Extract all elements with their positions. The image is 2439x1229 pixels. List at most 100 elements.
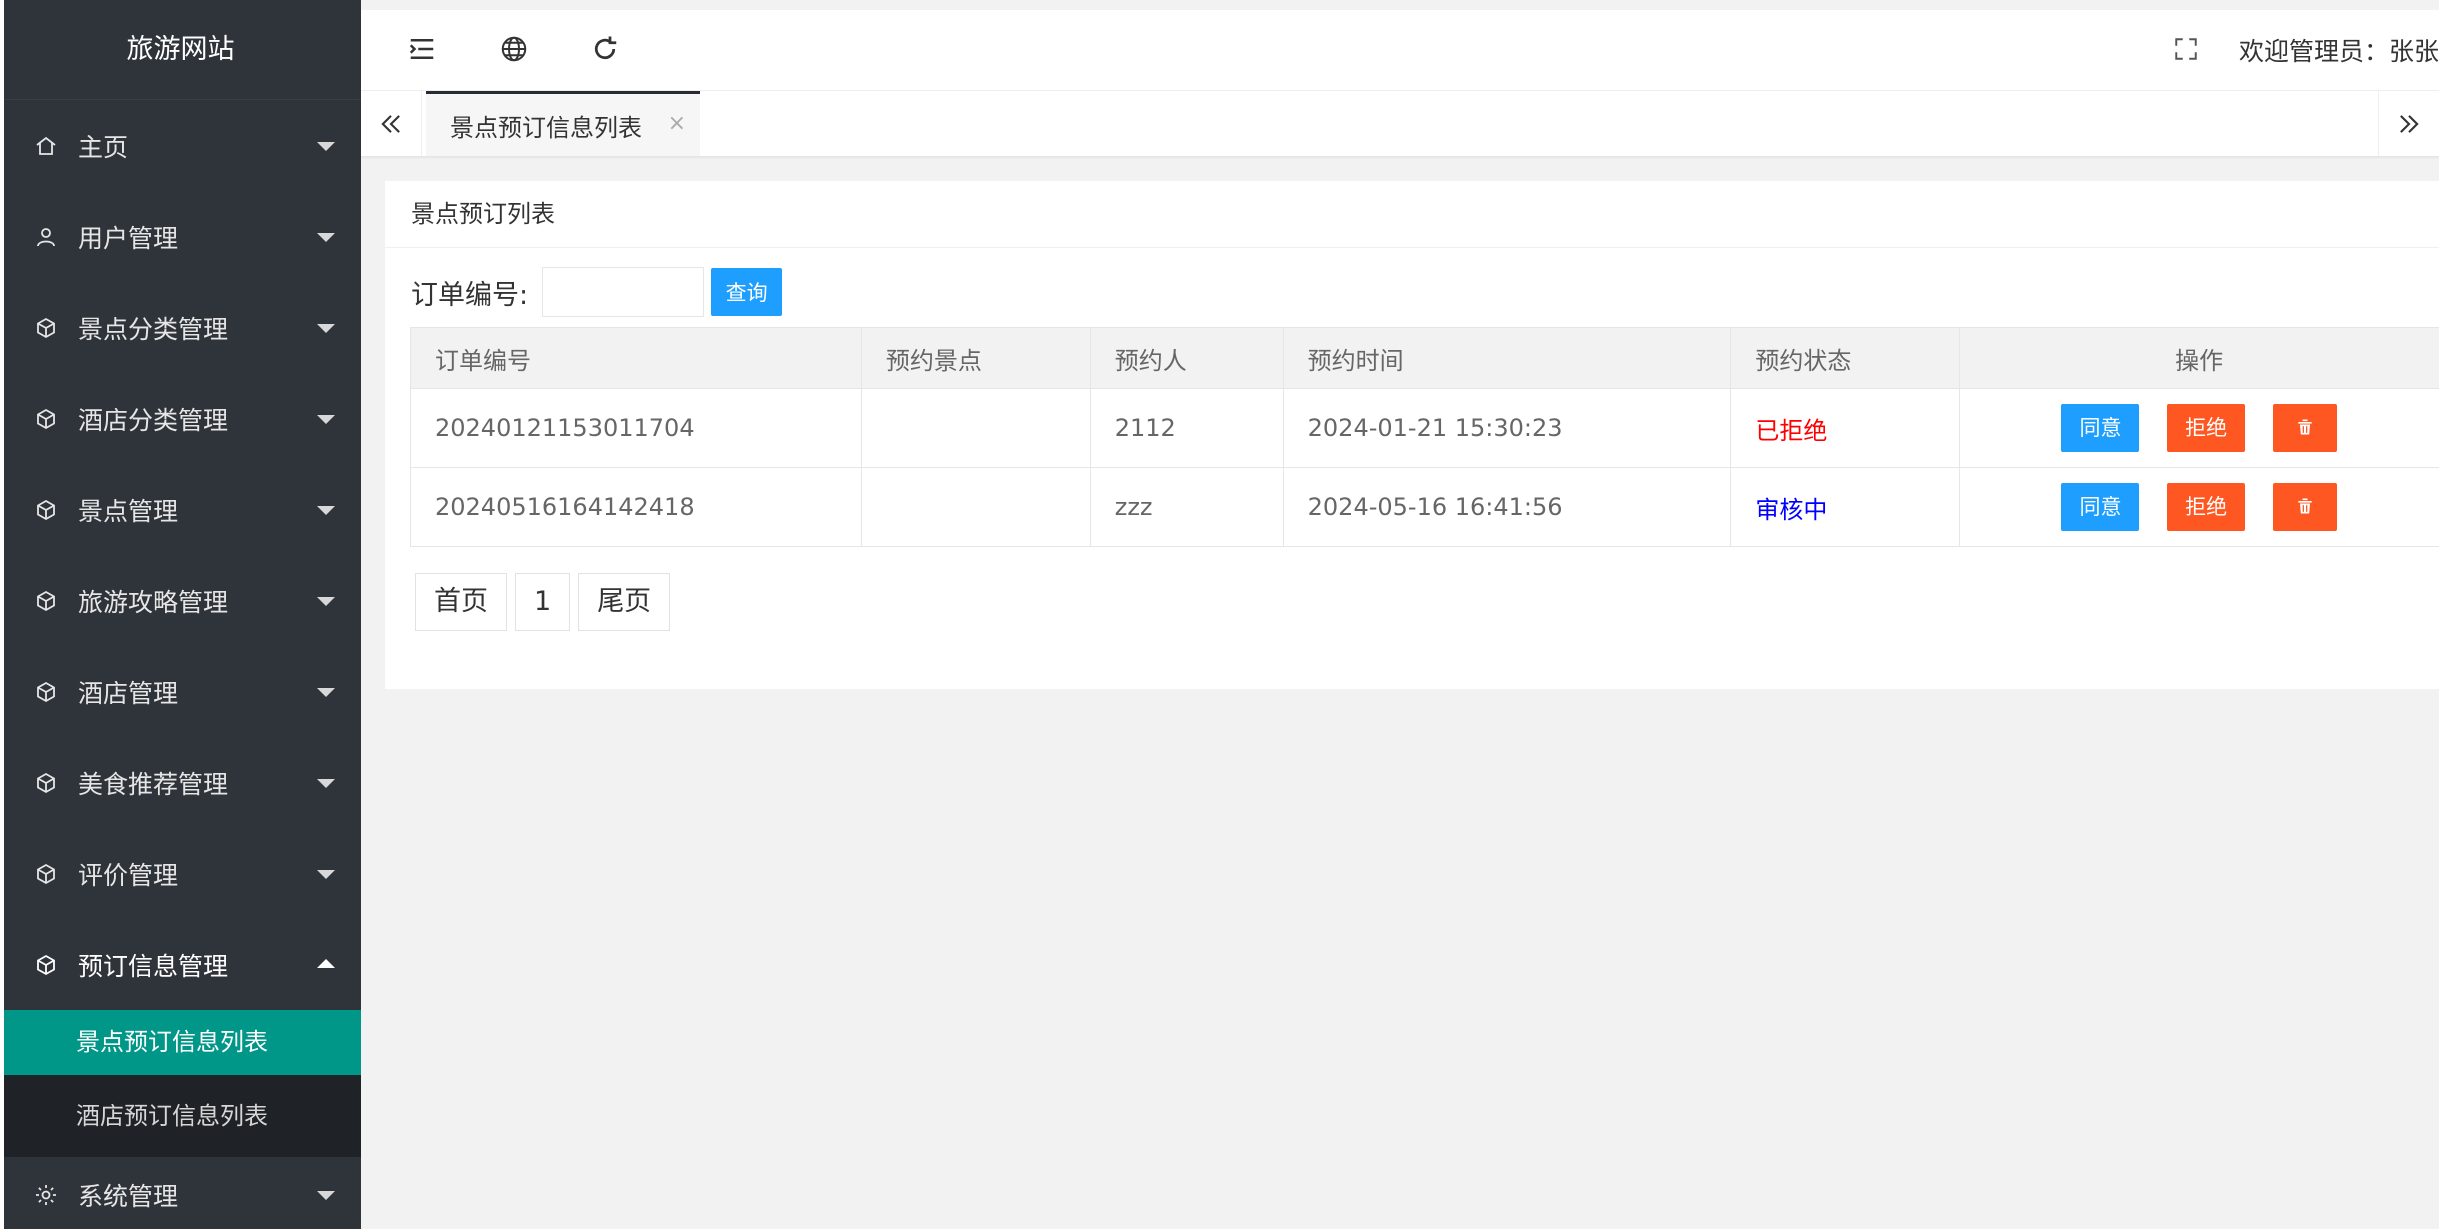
sidebar-edge [0,0,4,1229]
gear-icon [34,1183,58,1207]
refresh-icon[interactable] [588,32,622,66]
first-page-button[interactable]: 首页 [415,573,507,631]
sidebar-item-system[interactable]: 系统管理 [0,1157,361,1229]
chevron-down-icon [317,141,335,151]
sidebar-item-label: 评价管理 [78,860,179,890]
bookings-table: 订单编号 预约景点 预约人 预约时间 预约状态 操作 2024012115301… [410,327,2439,547]
column-header: 预约状态 [1730,327,1961,389]
status-cell: 已拒绝 [1730,388,1961,468]
table-row: 20240516164142418 zzz 2024-05-16 16:41:5… [410,467,2439,547]
home-icon [34,134,58,158]
search-row: 订单编号: 查询 [411,267,783,317]
search-button[interactable]: 查询 [711,268,783,316]
app-logo-title: 旅游网站 [0,0,361,100]
close-icon[interactable]: × [668,111,686,136]
chevron-up-icon [317,958,335,968]
sidebar-item-label: 预订信息管理 [78,951,229,981]
order-number-label: 订单编号: [411,279,529,311]
sidebar-item-label: 旅游攻略管理 [78,587,229,617]
cube-icon [34,680,58,704]
last-page-button[interactable]: 尾页 [578,573,671,631]
column-header: 操作 [1959,327,2439,389]
delete-button[interactable] [2272,483,2337,531]
sidebar-item-users[interactable]: 用户管理 [0,191,361,282]
sidebar-item-label: 美食推荐管理 [78,769,229,799]
cube-icon [34,589,58,613]
column-header: 预约时间 [1282,327,1732,389]
order-number-cell: 20240121153011704 [410,388,862,468]
chevron-down-icon [317,687,335,697]
table-row: 20240121153011704 2112 2024-01-21 15:30:… [410,388,2439,468]
order-number-cell: 20240516164142418 [410,467,862,547]
cube-icon [34,407,58,431]
column-header: 订单编号 [410,327,862,389]
chevron-down-icon [317,414,335,424]
sidebar-item-label: 景点管理 [78,496,179,526]
column-header: 预约人 [1089,327,1284,389]
pagination: 首页 1 尾页 [415,573,678,631]
sidebar-item-label: 主页 [78,132,129,162]
sidebar-item-label: 系统管理 [78,1182,179,1211]
table-header-row: 订单编号 预约景点 预约人 预约时间 预约状态 操作 [410,327,2439,389]
chevron-down-icon [317,323,335,333]
spot-cell [860,467,1091,547]
trash-icon [2298,498,2312,514]
sidebar: 旅游网站 主页 用户管理 景点分类管理 酒店分类管理 景点管理 旅游攻略管理 酒… [0,0,361,1229]
delete-button[interactable] [2272,404,2337,452]
sidebar-item-label: 酒店分类管理 [78,405,229,435]
sidebar-item-food[interactable]: 美食推荐管理 [0,737,361,828]
agree-button[interactable]: 同意 [2061,404,2140,452]
actions-cell: 同意 拒绝 [1959,388,2439,468]
content-card: 景点预订列表 订单编号: 查询 订单编号 预约景点 预约人 预约时间 预约状态 … [385,181,2439,689]
sidebar-item-home[interactable]: 主页 [0,100,361,191]
sidebar-subitem-spot-bookings[interactable]: 景点预订信息列表 [0,1010,361,1075]
fullscreen-icon[interactable] [2173,36,2199,62]
reject-button[interactable]: 拒绝 [2167,404,2246,452]
welcome-text: 欢迎管理员：张张 [2238,37,2439,66]
tab-spot-bookings[interactable]: 景点预订信息列表 × [426,91,700,156]
sidebar-item-guides[interactable]: 旅游攻略管理 [0,555,361,646]
tabs-scroll-left-icon[interactable] [361,91,422,156]
tab-label: 景点预订信息列表 [450,113,642,142]
globe-icon[interactable] [497,32,531,66]
time-cell: 2024-01-21 15:30:23 [1282,388,1732,468]
column-header: 预约景点 [860,327,1091,389]
bookings-submenu: 景点预订信息列表 酒店预订信息列表 [0,1010,361,1157]
card-title: 景点预订列表 [385,181,2439,248]
sidebar-item-reviews[interactable]: 评价管理 [0,828,361,919]
actions-cell: 同意 拒绝 [1959,467,2439,547]
sidebar-item-spots[interactable]: 景点管理 [0,464,361,555]
order-number-input[interactable] [542,267,705,317]
cube-icon [34,771,58,795]
sidebar-item-label: 景点分类管理 [78,314,229,344]
cube-icon [34,316,58,340]
chevron-down-icon [317,1191,335,1200]
agree-button[interactable]: 同意 [2061,483,2140,531]
chevron-down-icon [317,232,335,242]
cube-icon [34,862,58,886]
tabs-scroll-right-icon[interactable] [2378,91,2439,156]
sidebar-item-hotel-category[interactable]: 酒店分类管理 [0,373,361,464]
cube-icon [34,953,58,977]
menu-toggle-icon[interactable] [405,32,439,66]
sidebar-subitem-hotel-bookings[interactable]: 酒店预订信息列表 [0,1075,361,1157]
sidebar-item-label: 酒店管理 [78,678,179,708]
sidebar-item-hotels[interactable]: 酒店管理 [0,646,361,737]
reject-button[interactable]: 拒绝 [2167,483,2246,531]
person-cell: zzz [1089,467,1284,547]
user-icon [34,225,58,249]
chevron-down-icon [317,869,335,879]
chevron-down-icon [317,505,335,515]
chevron-down-icon [317,596,335,606]
cube-icon [34,498,58,522]
status-cell: 审核中 [1730,467,1961,547]
sidebar-item-spot-category[interactable]: 景点分类管理 [0,282,361,373]
chevron-down-icon [317,778,335,788]
top-header: 欢迎管理员：张张 [361,10,2439,91]
trash-icon [2298,419,2312,435]
tab-bar: 景点预订信息列表 × [361,91,2439,157]
sidebar-item-bookings[interactable]: 预订信息管理 [0,919,361,1010]
sidebar-item-label: 用户管理 [78,223,179,253]
page-number-button[interactable]: 1 [515,573,571,631]
spot-cell [860,388,1091,468]
